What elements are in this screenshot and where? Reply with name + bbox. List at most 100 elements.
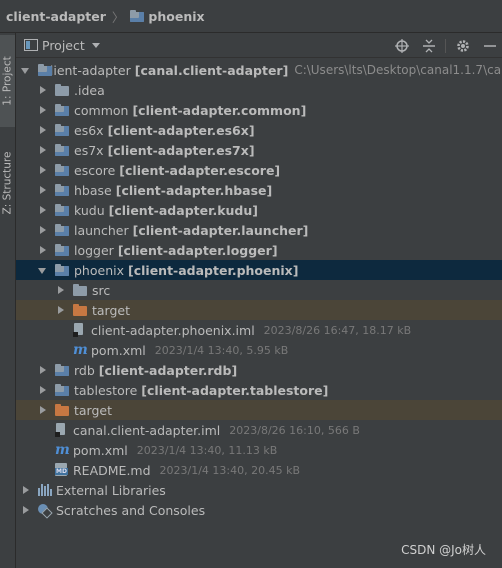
tree-item-label: hbase xyxy=(74,182,112,198)
collapse-all-icon[interactable] xyxy=(423,39,435,53)
tree-row[interactable]: target xyxy=(16,400,502,420)
tree-item-label: common xyxy=(74,102,129,118)
module-folder-icon xyxy=(55,184,69,196)
collapsed-arrow-icon[interactable] xyxy=(37,144,49,156)
project-tree: client-adapter [canal.client-adapter] C:\U… xyxy=(16,60,502,520)
tree-row[interactable]: target xyxy=(16,300,502,320)
project-view-icon xyxy=(24,39,38,51)
collapsed-arrow-icon[interactable] xyxy=(37,404,49,416)
chevron-down-icon[interactable] xyxy=(91,42,100,48)
toolbar-divider xyxy=(445,38,446,53)
expanded-arrow-icon[interactable] xyxy=(37,264,49,276)
tree-row[interactable]: client-adapter.phoenix.iml 2023/8/26 16:4… xyxy=(16,320,502,340)
libraries-icon xyxy=(38,484,52,496)
tree-row[interactable]: canal.client-adapter.iml 2023/8/26 16:10,… xyxy=(16,420,502,440)
gear-icon[interactable] xyxy=(456,39,470,53)
file-meta: 2023/1/4 13:40, 5.95 kB xyxy=(154,343,289,357)
tree-item-label: .idea xyxy=(74,82,105,98)
collapsed-arrow-icon[interactable] xyxy=(37,204,49,216)
tree-row[interactable]: es6x [client-adapter.es6x] xyxy=(16,120,502,140)
structure-tool-tab[interactable]: Z: Structure xyxy=(0,133,15,233)
tree-row[interactable]: launcher [client-adapter.launcher] xyxy=(16,220,502,240)
tree-item-label: client-adapter.phoenix.iml xyxy=(91,322,255,338)
collapsed-arrow-icon[interactable] xyxy=(20,504,32,516)
collapsed-arrow-icon[interactable] xyxy=(37,124,49,136)
module-name-label: [client-adapter.launcher] xyxy=(132,222,309,238)
expanded-arrow-icon[interactable] xyxy=(20,64,32,76)
collapsed-arrow-icon[interactable] xyxy=(37,364,49,376)
tree-item-label: logger xyxy=(74,242,114,258)
tree-row[interactable]: rdb [client-adapter.rdb] xyxy=(16,360,502,380)
tool-window-strip: 1: Project Z: Structure xyxy=(0,33,16,568)
collapsed-arrow-icon[interactable] xyxy=(37,184,49,196)
module-name-label: [client-adapter.escore] xyxy=(119,162,281,178)
module-name-label: [client-adapter.es6x] xyxy=(107,122,255,138)
iml-file-icon xyxy=(73,323,85,337)
project-tool-tab[interactable]: 1: Project xyxy=(0,35,15,127)
project-tool-tab-label: 1: Project xyxy=(1,56,14,106)
tree-item-label: README.md xyxy=(73,462,151,478)
excluded-folder-icon xyxy=(55,404,69,416)
locate-icon[interactable] xyxy=(395,38,409,53)
collapsed-arrow-icon[interactable] xyxy=(37,84,49,96)
tree-row[interactable]: Scratches and Consoles xyxy=(16,500,502,520)
collapsed-arrow-icon[interactable] xyxy=(37,224,49,236)
tree-item-label: tablestore xyxy=(74,382,138,398)
tree-item-label: client-adapter xyxy=(43,62,131,78)
folder-icon xyxy=(73,284,87,296)
collapsed-arrow-icon[interactable] xyxy=(37,384,49,396)
tree-row[interactable]: phoenix [client-adapter.phoenix] xyxy=(16,260,502,280)
tree-row[interactable]: .idea xyxy=(16,80,502,100)
breadcrumb: client-adapter 〉 phoenix xyxy=(0,0,502,33)
collapsed-arrow-icon[interactable] xyxy=(55,284,67,296)
project-panel: Project client-adapter [canal.client-ada… xyxy=(16,33,502,568)
tree-row[interactable]: common [client-adapter.common] xyxy=(16,100,502,120)
tree-row[interactable]: kudu [client-adapter.kudu] xyxy=(16,200,502,220)
breadcrumb-root[interactable]: client-adapter xyxy=(6,9,106,24)
tree-row[interactable]: client-adapter [canal.client-adapter] C:\U… xyxy=(16,60,502,80)
structure-tool-tab-label: Z: Structure xyxy=(1,151,14,215)
tree-row[interactable]: src xyxy=(16,280,502,300)
tree-row[interactable]: escore [client-adapter.escore] xyxy=(16,160,502,180)
module-name-label: [client-adapter.phoenix] xyxy=(128,262,299,278)
file-meta: 2023/8/26 16:47, 18.17 kB xyxy=(263,323,412,337)
folder-icon xyxy=(55,84,69,96)
module-name-label: [client-adapter.tablestore] xyxy=(141,382,329,398)
watermark: CSDN @Jo树人 xyxy=(401,543,486,557)
collapsed-arrow-icon[interactable] xyxy=(55,304,67,316)
module-folder-icon xyxy=(55,124,69,136)
minimize-icon[interactable] xyxy=(484,39,496,53)
tree-row[interactable]: External Libraries xyxy=(16,480,502,500)
module-folder-icon xyxy=(55,104,69,116)
tree-row[interactable]: es7x [client-adapter.es7x] xyxy=(16,140,502,160)
markdown-file-icon xyxy=(55,463,68,477)
tree-row[interactable]: tablestore [client-adapter.tablestore] xyxy=(16,380,502,400)
tree-item-label: escore xyxy=(74,162,116,178)
module-name-label: [canal.client-adapter] xyxy=(134,62,289,78)
project-view-selector[interactable]: Project xyxy=(42,38,85,53)
tree-item-label: rdb xyxy=(74,362,95,378)
tree-row[interactable]: hbase [client-adapter.hbase] xyxy=(16,180,502,200)
tree-item-label: kudu xyxy=(74,202,105,218)
tree-item-label: target xyxy=(74,402,113,418)
tree-item-label: src xyxy=(92,282,111,298)
scratches-icon xyxy=(38,503,51,517)
collapsed-arrow-icon[interactable] xyxy=(37,244,49,256)
module-folder-icon xyxy=(55,164,69,176)
module-name-label: [client-adapter.common] xyxy=(132,102,307,118)
collapsed-arrow-icon[interactable] xyxy=(37,164,49,176)
tree-row[interactable]: m pom.xml 2023/1/4 13:40, 5.95 kB xyxy=(16,340,502,360)
collapsed-arrow-icon[interactable] xyxy=(37,104,49,116)
collapsed-arrow-icon[interactable] xyxy=(20,484,32,496)
tree-row[interactable]: logger [client-adapter.logger] xyxy=(16,240,502,260)
file-meta: 2023/8/26 16:10, 566 B xyxy=(229,423,360,437)
breadcrumb-current[interactable]: phoenix xyxy=(148,9,204,24)
module-folder-icon xyxy=(55,144,69,156)
tree-row[interactable]: m pom.xml 2023/1/4 13:40, 11.13 kB xyxy=(16,440,502,460)
module-folder-icon xyxy=(55,204,69,216)
module-folder-icon xyxy=(55,244,69,256)
tree-row[interactable]: README.md 2023/1/4 13:40, 20.45 kB xyxy=(16,460,502,480)
